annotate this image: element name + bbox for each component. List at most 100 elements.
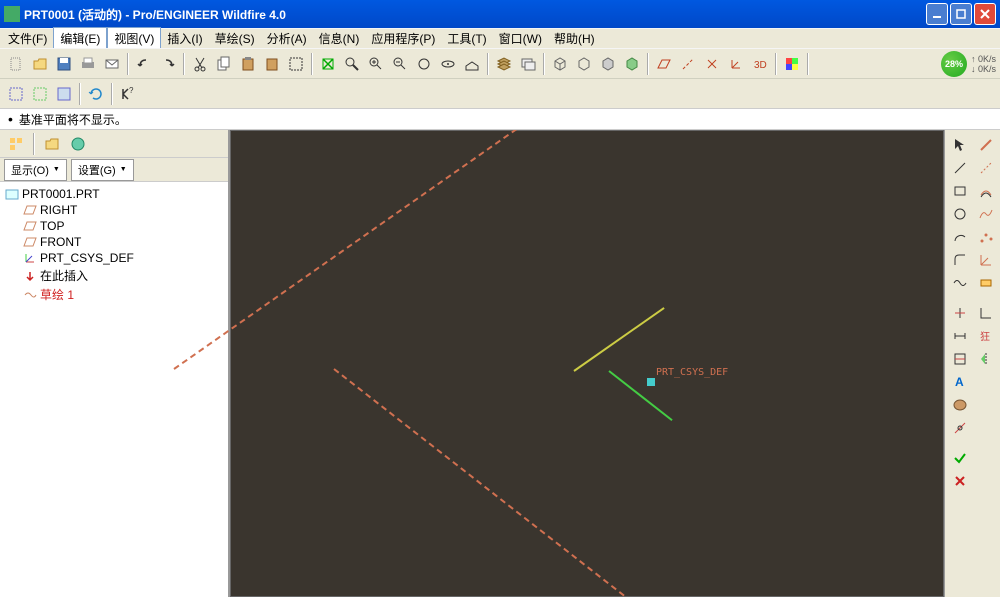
menu-file[interactable]: 文件(F) [2,28,53,49]
done-button[interactable] [947,447,972,469]
datum-axis-line [173,130,748,370]
menu-edit[interactable]: 编辑(E) [53,27,107,50]
arc-tool[interactable] [947,226,972,248]
menu-analysis[interactable]: 分析(A) [261,28,313,49]
undo-button[interactable] [132,51,156,77]
datum-axis-button[interactable] [676,51,700,77]
dimension-tool[interactable] [947,325,972,347]
help-button[interactable]: ? [116,81,140,107]
svg-text:?: ? [129,86,134,95]
copy-button[interactable] [212,51,236,77]
mirror-tool[interactable] [973,348,998,370]
datum-plane-button[interactable] [652,51,676,77]
fillet-tool[interactable] [947,249,972,271]
origin-marker [647,378,655,386]
tree-sketch[interactable]: 草绘 1 [4,285,224,304]
divide-tool[interactable] [947,417,972,439]
tree-show-button[interactable] [4,131,28,157]
edge-tool[interactable] [973,272,998,294]
paste-button[interactable] [236,51,260,77]
line-tool2[interactable] [947,157,972,179]
regen-button[interactable] [316,51,340,77]
line-tool[interactable] [973,134,998,156]
window-controls [926,3,996,25]
settings-dropdown[interactable]: 设置(G) [71,159,134,181]
menu-sketch[interactable]: 草绘(S) [209,28,261,49]
message-bar: 基准平面将不显示。 [0,108,1000,130]
select-items-button[interactable] [4,81,28,107]
main-area: 显示(O) 设置(G) PRT0001.PRT RIGHT TOP [0,130,1000,597]
tree-folder-button[interactable] [40,131,64,157]
maximize-button[interactable] [950,3,972,25]
cut-button[interactable] [188,51,212,77]
menu-insert[interactable]: 插入(I) [161,28,208,49]
zoom-fit-button[interactable] [412,51,436,77]
csys-label: PRT_CSYS_DEF [656,367,728,378]
svg-text:3D: 3D [754,60,767,71]
select-button[interactable] [284,51,308,77]
circle-tool[interactable] [947,203,972,225]
layers-button[interactable] [492,51,516,77]
tree-csys[interactable]: PRT_CSYS_DEF [4,250,224,266]
display-shaded-button[interactable] [620,51,644,77]
find-button[interactable] [340,51,364,77]
point-tool[interactable] [973,226,998,248]
constraint-tool[interactable] [947,348,972,370]
modify-tool[interactable]: 狂 [973,325,998,347]
trim-tool[interactable] [947,302,972,324]
tree-right[interactable]: RIGHT [4,202,224,218]
menu-info[interactable]: 信息(N) [313,28,366,49]
annotation-button[interactable]: 3D [748,51,772,77]
select-tool[interactable] [947,134,972,156]
print-button[interactable] [76,51,100,77]
plane-icon [22,203,38,217]
select-all-button[interactable] [52,81,76,107]
corner-tool[interactable] [973,302,998,324]
offset-tool[interactable] [973,180,998,202]
menu-applications[interactable]: 应用程序(P) [365,28,441,49]
select-geom-button[interactable] [28,81,52,107]
close-button[interactable] [974,3,996,25]
csys-tool[interactable] [973,249,998,271]
new-button[interactable] [4,51,28,77]
open-button[interactable] [28,51,52,77]
datum-point-button[interactable] [700,51,724,77]
model-tree[interactable]: PRT0001.PRT RIGHT TOP FRONT PRT_CSYS_DEF [0,182,228,597]
menu-help[interactable]: 帮助(H) [548,28,601,49]
redo-button[interactable] [156,51,180,77]
refresh-button[interactable] [84,81,108,107]
orient-button[interactable] [460,51,484,77]
view-manager-button[interactable] [516,51,540,77]
part-icon [4,187,20,201]
tree-top[interactable]: TOP [4,218,224,234]
display-wireframe-button[interactable] [548,51,572,77]
datum-csys-button[interactable] [724,51,748,77]
paste-special-button[interactable] [260,51,284,77]
spline2-tool[interactable] [947,272,972,294]
zoom-out-button[interactable] [388,51,412,77]
tree-root[interactable]: PRT0001.PRT [4,186,224,202]
menu-window[interactable]: 窗口(W) [493,28,548,49]
rectangle-tool[interactable] [947,180,972,202]
tree-global-button[interactable] [66,131,90,157]
display-hidden-button[interactable] [572,51,596,77]
minimize-button[interactable] [926,3,948,25]
palette-tool[interactable] [947,394,972,416]
3d-viewport[interactable]: PRT_CSYS_DEF [230,130,944,597]
menu-tools[interactable]: 工具(T) [441,28,492,49]
zoom-in-button[interactable] [364,51,388,77]
tree-insert-here[interactable]: 在此插入 [4,266,224,285]
menu-view[interactable]: 视图(V) [107,27,161,50]
cancel-button[interactable] [947,470,972,492]
spline-tool[interactable] [973,203,998,225]
show-dropdown[interactable]: 显示(O) [4,159,67,181]
color-button[interactable] [780,51,804,77]
spin-button[interactable] [436,51,460,77]
display-nohidden-button[interactable] [596,51,620,77]
save-button[interactable] [52,51,76,77]
svg-text:狂: 狂 [980,331,990,343]
centerline-tool[interactable] [973,157,998,179]
email-button[interactable] [100,51,124,77]
tree-front[interactable]: FRONT [4,234,224,250]
text-tool[interactable]: A [947,371,972,393]
